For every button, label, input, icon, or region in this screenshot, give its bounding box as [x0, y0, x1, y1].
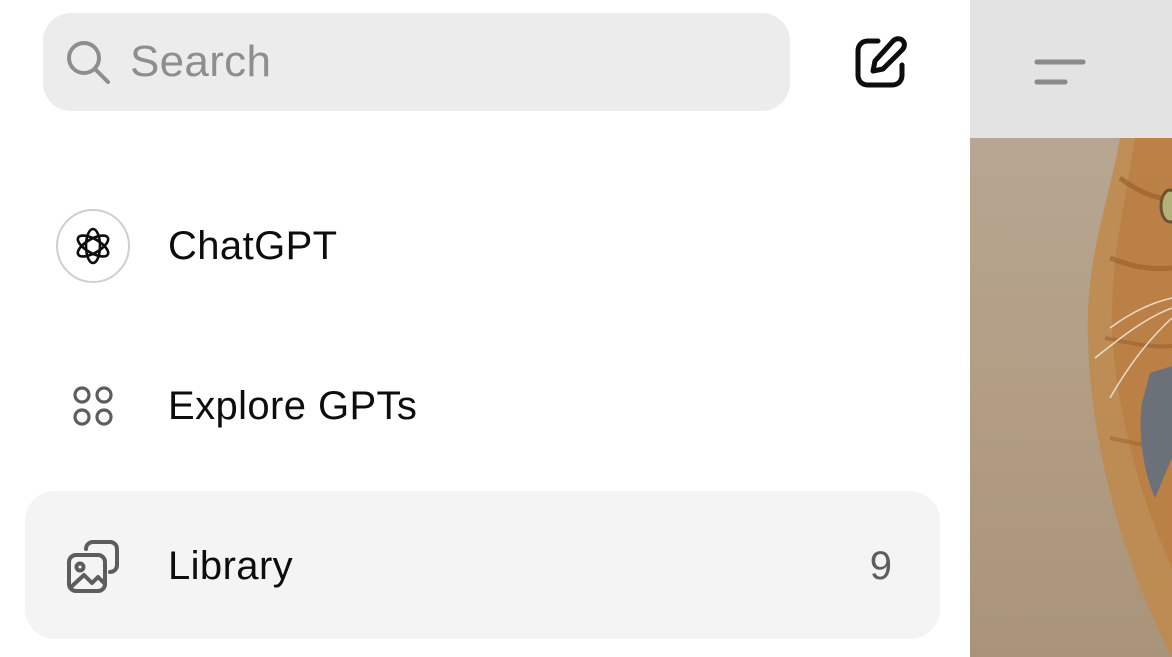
explore-grid-icon	[55, 368, 131, 444]
main-content-overlay[interactable]	[970, 0, 1172, 657]
new-chat-button[interactable]	[846, 30, 914, 96]
sidebar-item-chatgpt[interactable]: ChatGPT	[25, 171, 940, 319]
sidebar-item-explore-gpts[interactable]: Explore GPTs	[25, 331, 940, 479]
search-icon	[67, 41, 110, 84]
chatgpt-logo-icon	[55, 208, 131, 284]
sidebar-item-label: ChatGPT	[168, 224, 338, 268]
content-header	[970, 0, 1172, 138]
library-images-icon	[55, 528, 131, 604]
sidebar-item-label: Library	[168, 544, 294, 588]
cat-photo	[970, 138, 1172, 657]
menu-icon[interactable]	[1034, 56, 1086, 90]
library-count-badge: 9	[869, 544, 892, 588]
app-root: Search ChatGPT Explore GPTs Library 9	[0, 0, 1172, 657]
search-placeholder: Search	[130, 37, 272, 86]
sidebar: Search ChatGPT Explore GPTs Library 9	[0, 0, 970, 657]
sidebar-item-library[interactable]: Library 9	[25, 491, 940, 639]
sidebar-item-label: Explore GPTs	[168, 384, 418, 428]
compose-icon	[855, 36, 907, 88]
